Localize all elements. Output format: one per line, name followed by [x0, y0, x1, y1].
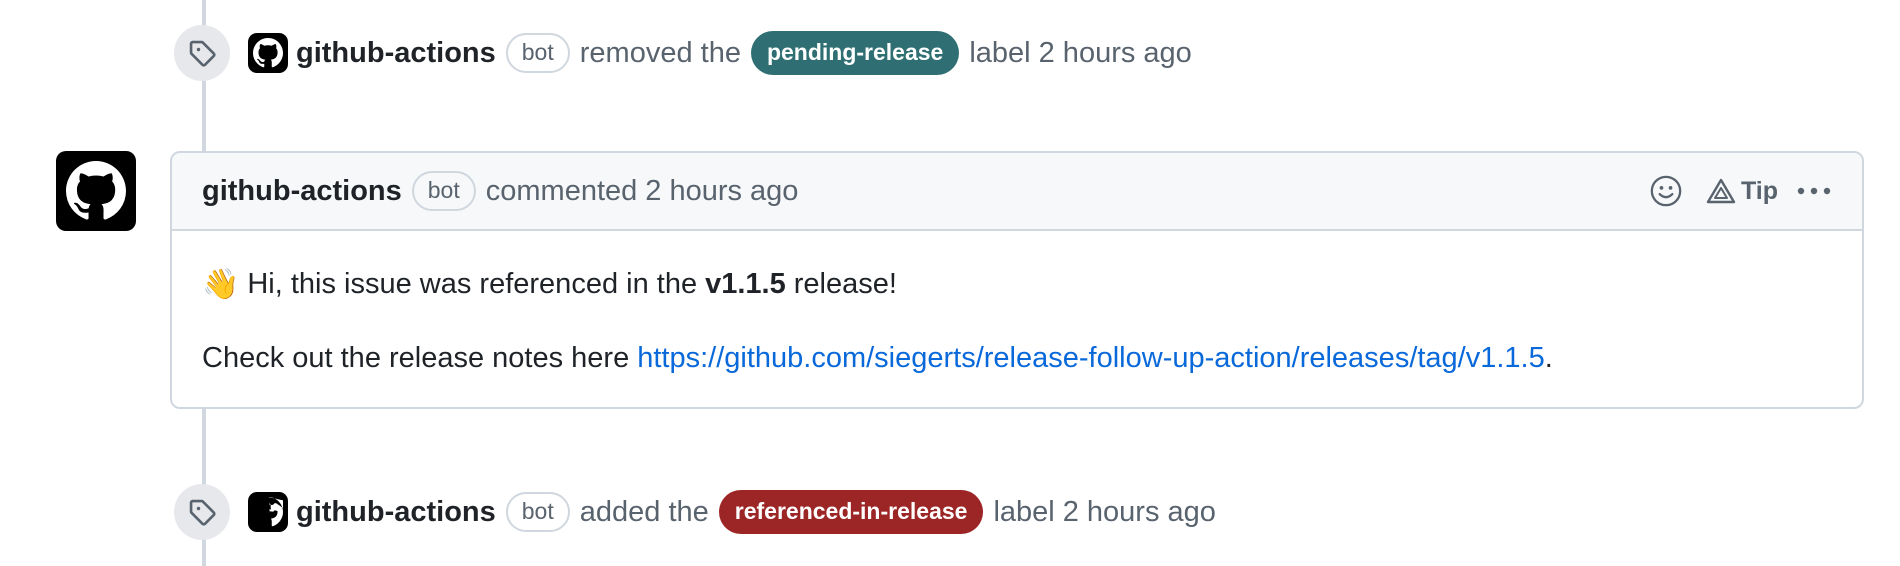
comment-action-text: commented — [485, 174, 638, 207]
tag-icon — [174, 484, 230, 540]
comment-author-avatar[interactable] — [56, 151, 136, 231]
label-referenced-in-release[interactable]: referenced-in-release — [718, 490, 984, 534]
event-action-text: added the — [579, 495, 709, 528]
bot-badge: bot — [505, 33, 570, 73]
comment-body: 👋 Hi, this issue was referenced in the v… — [172, 267, 1862, 375]
event-label-suffix: label — [969, 36, 1031, 69]
comment-text-before-link: Check out the release notes here — [202, 341, 630, 374]
label-pending-release[interactable]: pending-release — [750, 31, 960, 75]
comment-header-actions: Tip — [1649, 174, 1832, 208]
copilot-icon — [1706, 178, 1736, 204]
event-label-suffix: label — [993, 495, 1055, 528]
event-actor[interactable]: github-actions — [296, 37, 496, 70]
tag-icon — [174, 25, 230, 81]
comment-text-after-version: release! — [793, 267, 897, 300]
smiley-icon[interactable] — [1649, 174, 1683, 208]
tip-label: Tip — [1740, 176, 1778, 205]
timeline-event-added-label: github-actions bot added the referenced-… — [174, 482, 1216, 542]
wave-emoji: 👋 — [202, 267, 240, 301]
github-actions-avatar[interactable] — [248, 492, 288, 532]
release-version: v1.1.5 — [705, 267, 786, 300]
kebab-horizontal-icon[interactable] — [1796, 186, 1832, 196]
event-action-text: removed the — [579, 36, 741, 69]
timeline-event-removed-label: github-actions bot removed the pending-r… — [174, 23, 1192, 83]
release-notes-link[interactable]: https://github.com/siegerts/release-foll… — [637, 342, 1545, 375]
event-actor[interactable]: github-actions — [296, 496, 496, 529]
event-timestamp[interactable]: 2 hours ago — [1039, 37, 1192, 70]
comment-author[interactable]: github-actions — [202, 175, 402, 208]
comment-text-before-version: Hi, this issue was referenced in the — [247, 267, 698, 300]
tip-button[interactable]: Tip — [1705, 177, 1778, 206]
comment-timestamp[interactable]: 2 hours ago — [645, 175, 798, 208]
comment-text-after-link: . — [1544, 341, 1553, 374]
comment-body-line-1: 👋 Hi, this issue was referenced in the v… — [202, 267, 1832, 301]
github-mark-icon — [66, 161, 126, 220]
event-timestamp[interactable]: 2 hours ago — [1063, 496, 1216, 529]
bot-badge: bot — [411, 171, 476, 211]
comment-box: github-actions bot commented 2 hours ago… — [170, 151, 1864, 409]
github-actions-avatar[interactable] — [248, 33, 288, 73]
comment-body-line-2: Check out the release notes here https:/… — [202, 341, 1832, 375]
comment-header: github-actions bot commented 2 hours ago… — [172, 153, 1862, 231]
bot-badge: bot — [505, 492, 570, 532]
